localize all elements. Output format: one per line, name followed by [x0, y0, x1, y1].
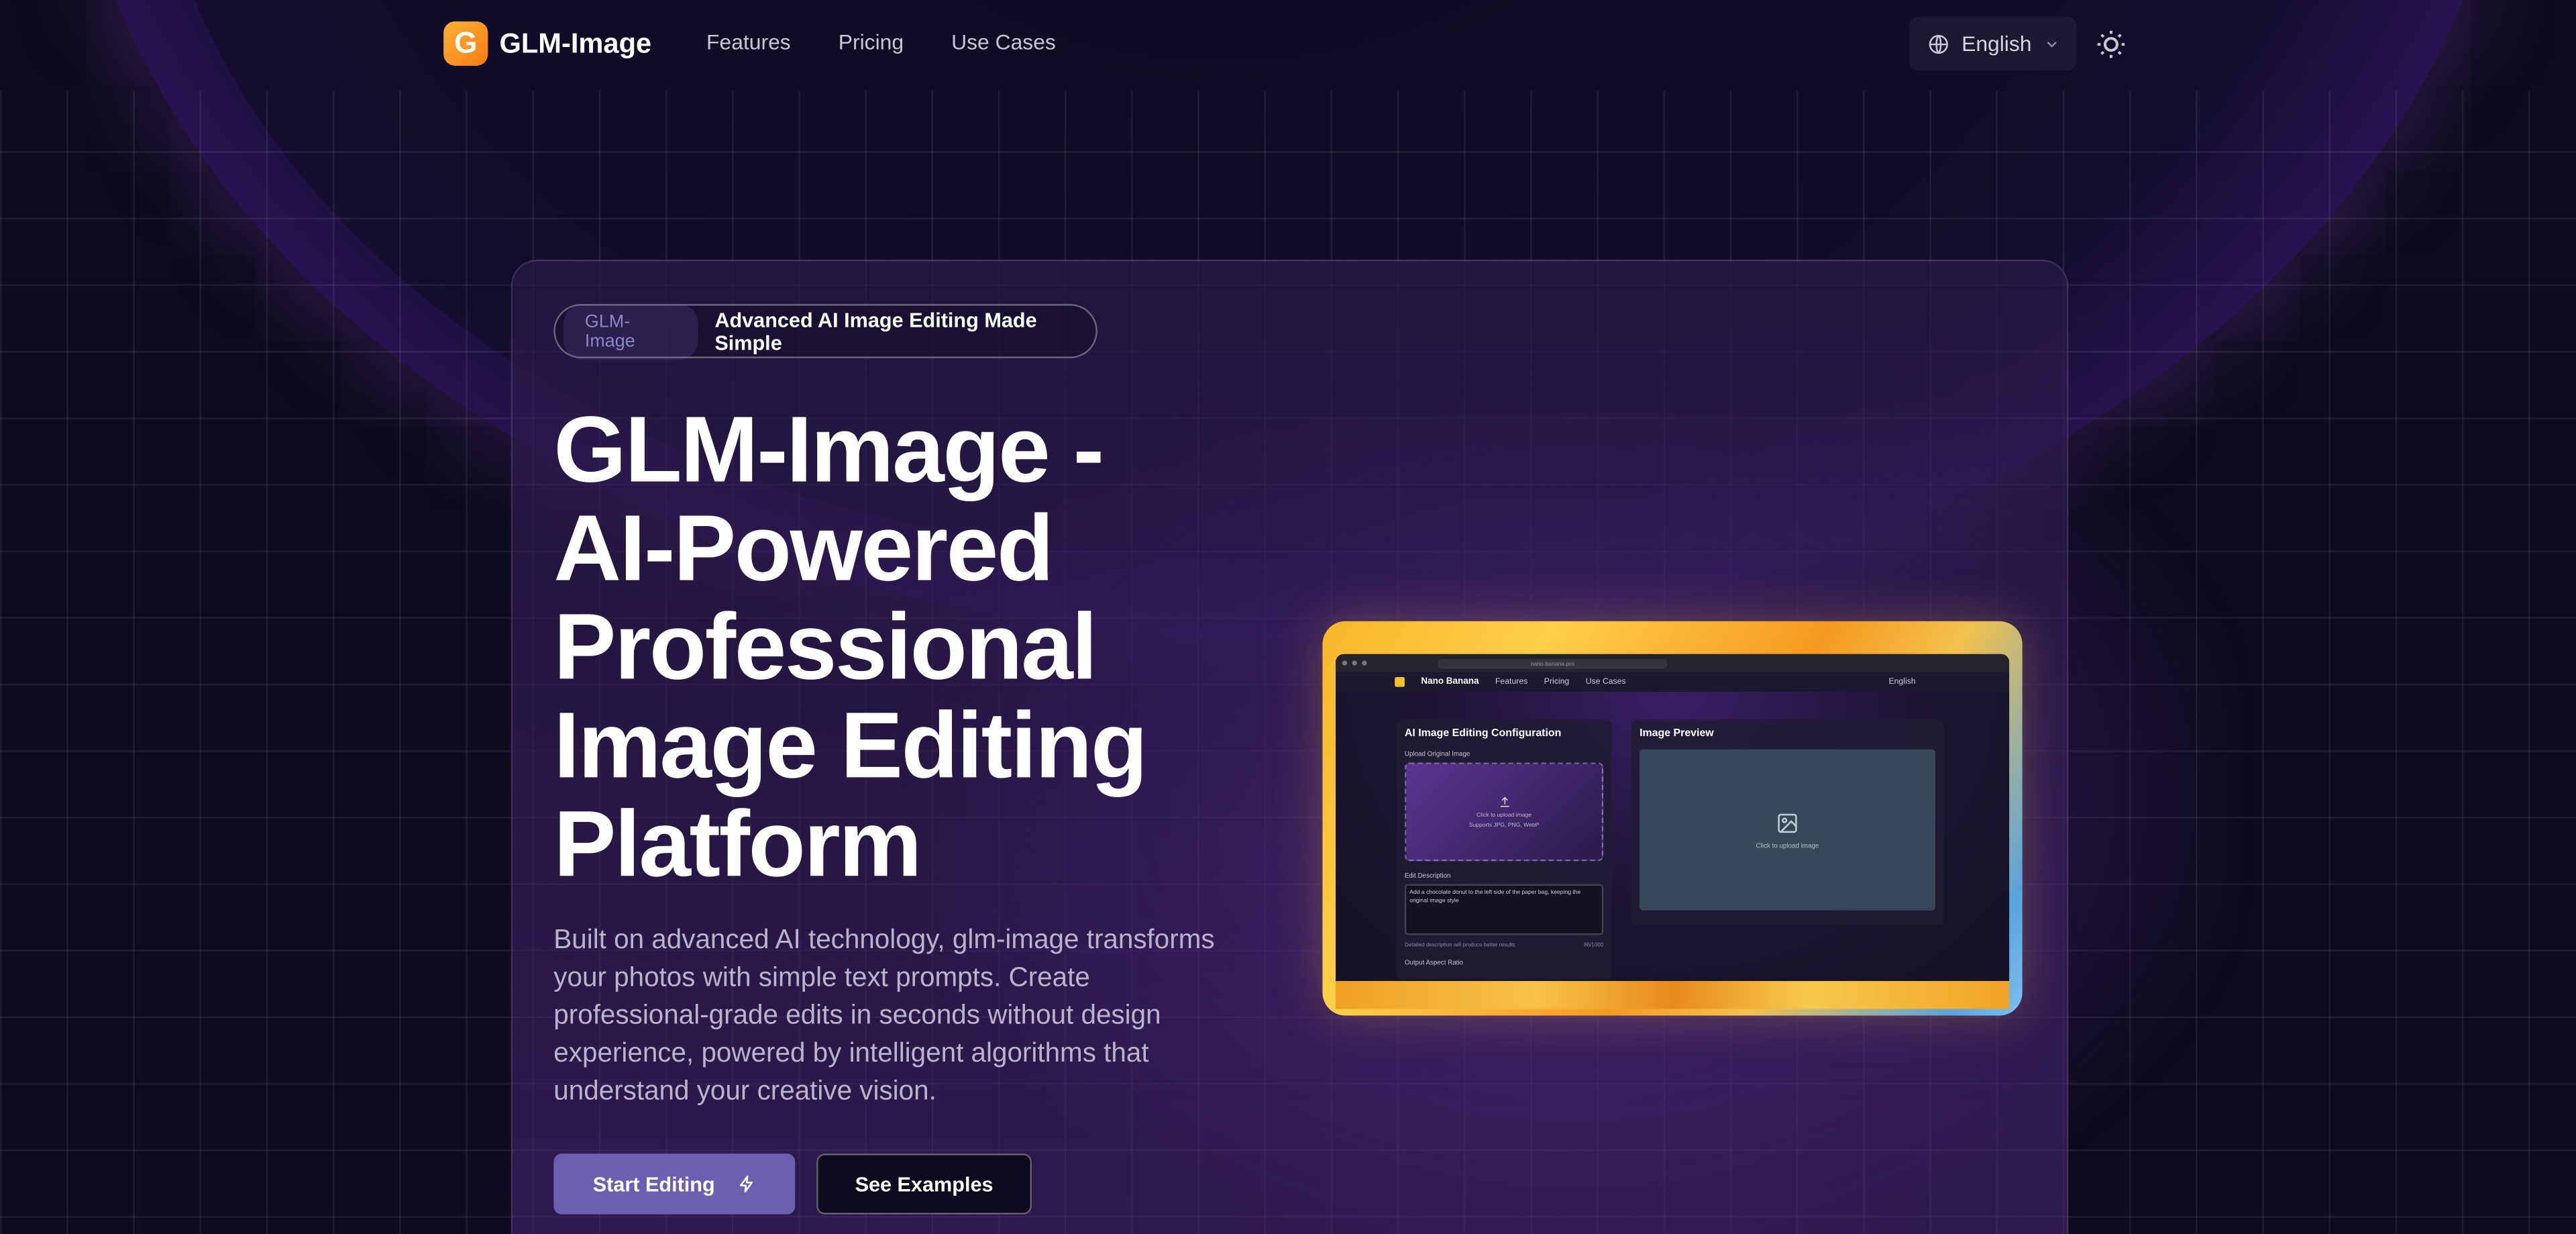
nav-link-features[interactable]: Features: [706, 30, 791, 54]
mini-nav-link: Use Cases: [1585, 676, 1626, 687]
mini-body: AI Image Editing Configuration Upload Or…: [1336, 692, 2010, 982]
mini-config-panel: AI Image Editing Configuration Upload Or…: [1396, 719, 1612, 980]
mini-upload-formats: Supports JPG, PNG, WebP: [1468, 821, 1540, 829]
language-selector[interactable]: English: [1909, 16, 2077, 71]
window-dot: [1342, 660, 1348, 666]
nav-link-pricing[interactable]: Pricing: [839, 30, 904, 54]
mini-char-count: 86/1000: [1584, 941, 1604, 949]
brand-name: GLM-Image: [499, 27, 652, 58]
mini-edit-hint: Detailed description will produce better…: [1405, 941, 1603, 948]
mini-brand: Nano Banana: [1421, 676, 1479, 687]
hero-badge: GLM-Image Advanced AI Image Editing Made…: [553, 303, 1097, 360]
mini-preview-title: Image Preview: [1640, 727, 1714, 740]
logo-icon: G: [443, 21, 488, 66]
mini-preview-panel: Image Preview Click to upload image: [1631, 719, 1944, 925]
globe-icon: [1929, 34, 1948, 54]
hero-title-line: GLM-Image -: [553, 397, 1104, 503]
start-editing-button[interactable]: Start Editing: [553, 1153, 796, 1215]
mini-url-bar: nano-banana.pro: [1437, 658, 1668, 668]
mini-upload-hint: Click to upload image: [1477, 811, 1532, 819]
mini-edit-label: Edit Description: [1404, 870, 1451, 880]
mini-aspect-label: Output Aspect Ratio: [1404, 958, 1464, 967]
mini-config-title: AI Image Editing Configuration: [1404, 727, 1562, 740]
mini-language: English: [1888, 676, 1916, 687]
language-label: English: [1962, 31, 2032, 56]
image-icon: [1778, 813, 1797, 832]
see-examples-button[interactable]: See Examples: [816, 1153, 1032, 1215]
lightning-icon: [740, 1176, 753, 1192]
mini-nav-link: Features: [1495, 676, 1528, 687]
top-navigation: G GLM-Image Features Pricing Use Cases E…: [0, 0, 2576, 91]
start-editing-label: Start Editing: [592, 1172, 715, 1196]
mini-preview-box: Click to upload image: [1640, 749, 1935, 911]
badge-tag: GLM-Image: [564, 303, 698, 360]
nav-links: Features Pricing Use Cases: [706, 30, 1056, 54]
nav-link-use-cases[interactable]: Use Cases: [951, 30, 1056, 54]
mini-preview-hint: Click to upload image: [1756, 840, 1819, 849]
upload-icon: [1499, 796, 1509, 807]
hero-title-line: Professional: [553, 595, 1097, 701]
hero-title: GLM-Image - AI-Powered Professional Imag…: [553, 401, 1244, 894]
hero-title-line: Image Editing: [553, 693, 1148, 799]
sun-icon[interactable]: [2093, 26, 2129, 62]
mini-logo-icon: [1395, 676, 1405, 687]
hero-title-line: Platform: [553, 792, 922, 898]
chevron-down-icon: [2046, 41, 2056, 47]
hero-description: Built on advanced AI technology, glm-ima…: [553, 925, 1215, 1107]
window-dot: [1362, 660, 1367, 666]
mini-nav-link: Pricing: [1544, 676, 1570, 687]
preview-frame-bottom: [1336, 979, 2010, 1009]
mini-browser-chrome: nano-banana.pro: [1336, 654, 2010, 672]
badge-text: Advanced AI Image Editing Made Simple: [714, 308, 1037, 354]
app-preview-screenshot: nano-banana.pro Nano Banana Features Pri…: [1336, 654, 2010, 982]
mini-upload-label: Upload Original Image: [1404, 749, 1470, 758]
hero-title-line: AI-Powered: [553, 496, 1054, 602]
mini-edit-text: Add a chocolate donut to the left side o…: [1404, 884, 1604, 935]
mini-upload-area: Click to upload image Supports JPG, PNG,…: [1404, 762, 1604, 862]
mini-edit-hint-text: Detailed description will produce better…: [1404, 941, 1515, 949]
logo-link[interactable]: G GLM-Image: [443, 21, 651, 66]
window-dot: [1352, 660, 1357, 666]
mini-nav: Nano Banana Features Pricing Use Cases E…: [1336, 672, 2009, 692]
